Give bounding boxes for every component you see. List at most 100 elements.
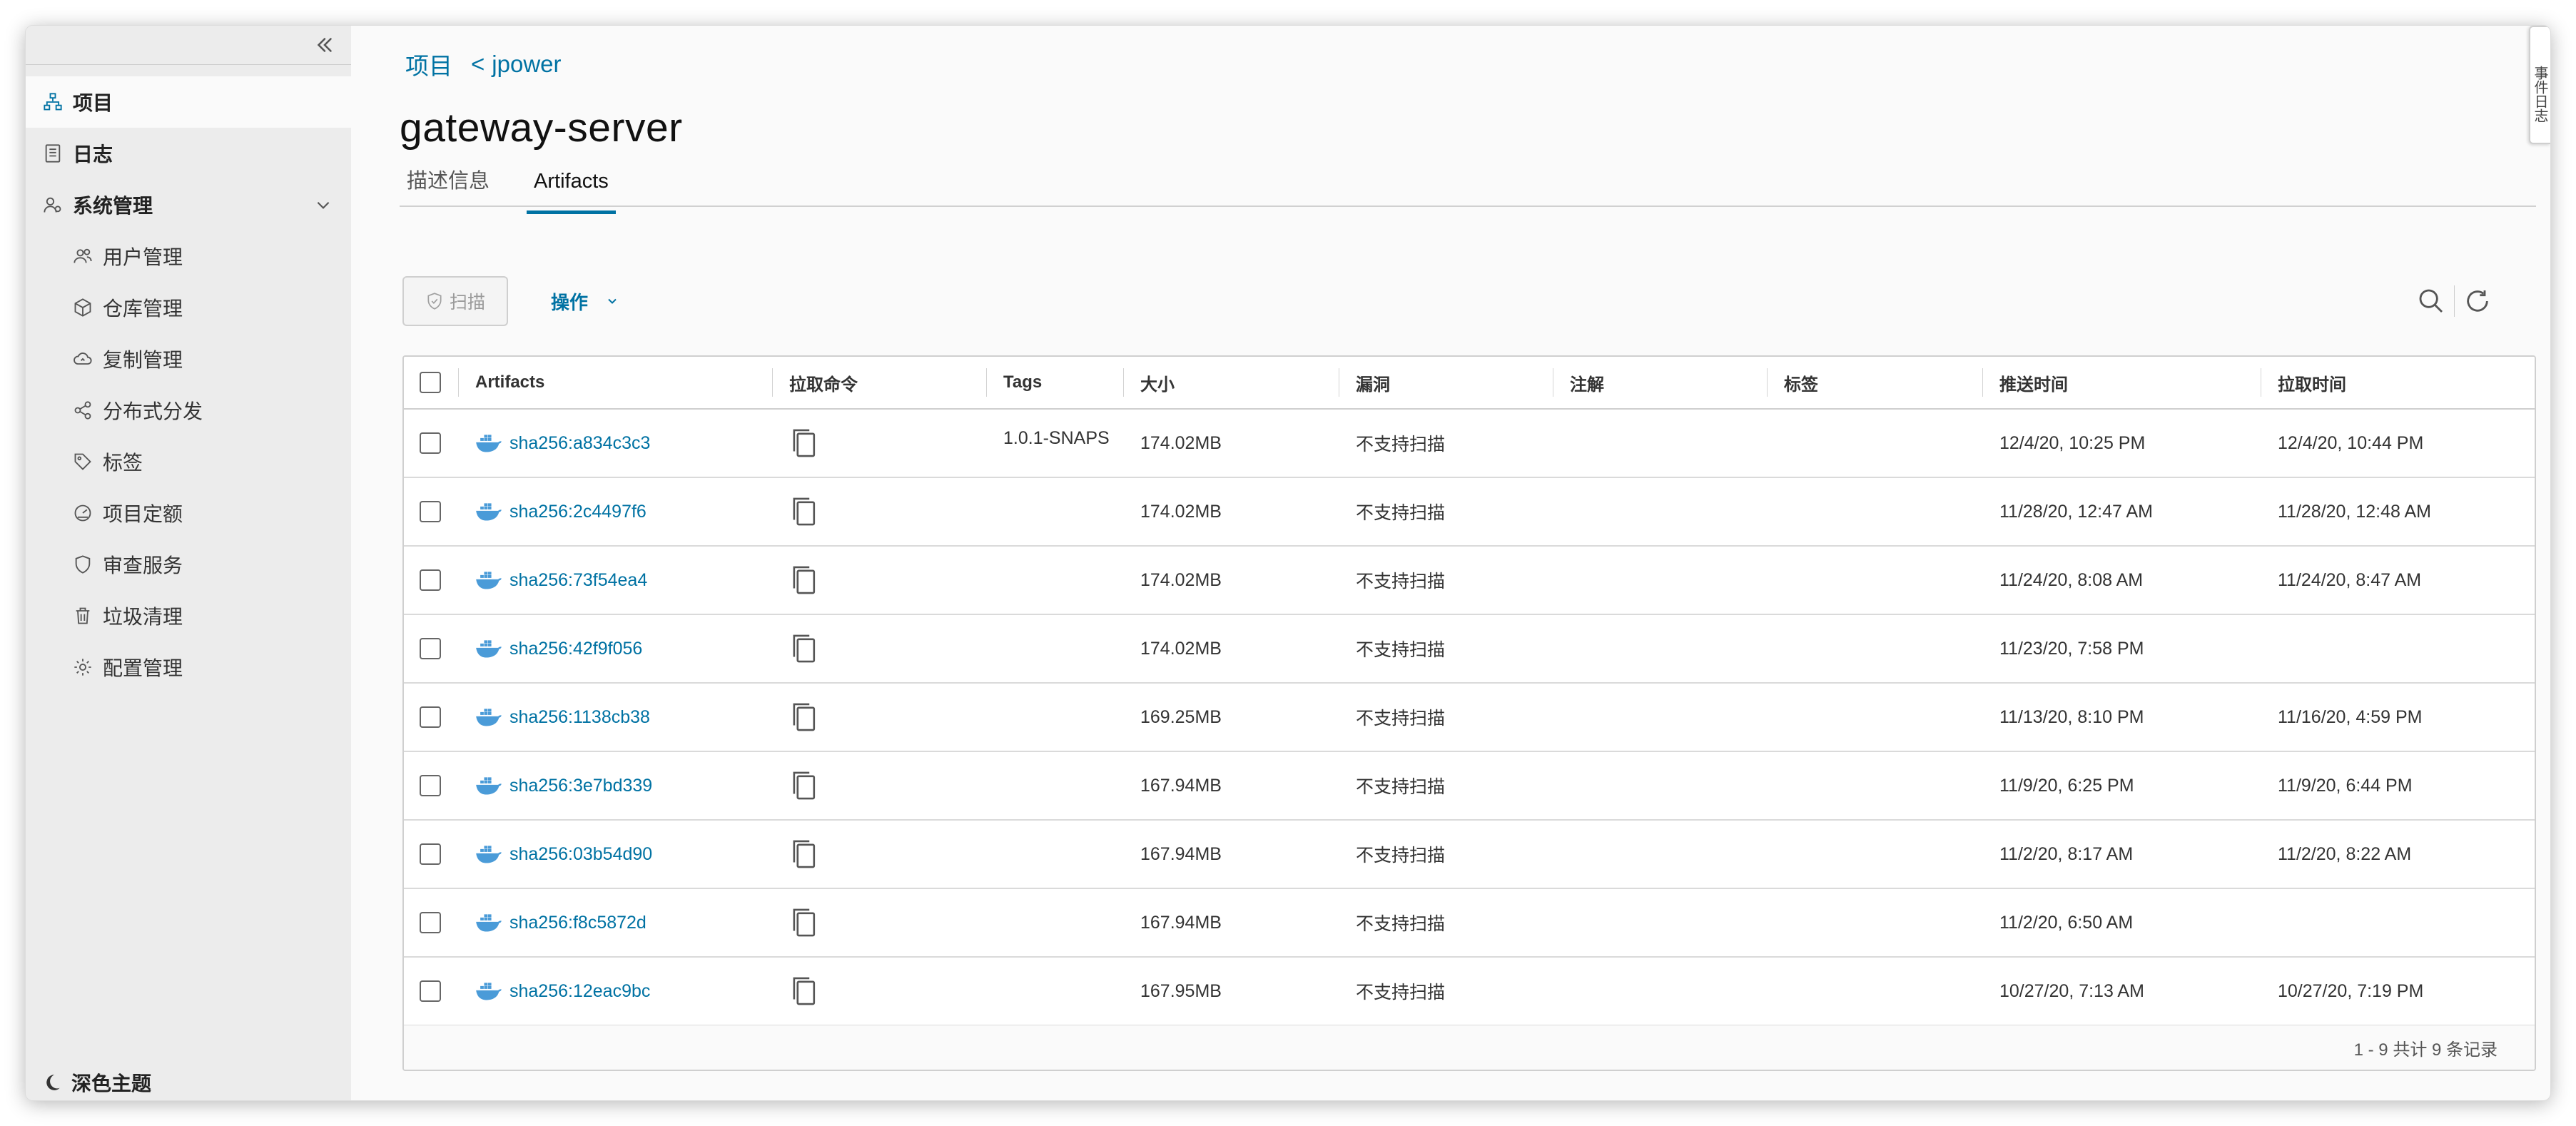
table-tools [2417, 285, 2492, 317]
table-row[interactable]: sha256:03b54d90 167.94MB 不支持扫描 11/2/20, … [404, 821, 2535, 889]
event-log-handle[interactable]: 事件日志 [2529, 26, 2550, 144]
vulnerabilities-cell: 不支持扫描 [1356, 846, 1446, 866]
vulnerabilities-cell: 不支持扫描 [1356, 640, 1446, 660]
size-cell: 174.02MB [1140, 501, 1222, 522]
row-checkbox[interactable] [420, 501, 441, 522]
vulnerabilities-cell: 不支持扫描 [1356, 709, 1446, 729]
column-header-pull[interactable]: 拉取命令 [772, 357, 858, 408]
artifact-digest-link[interactable]: sha256:f8c5872d [475, 912, 646, 933]
row-checkbox[interactable] [420, 432, 441, 454]
column-header-labels[interactable]: 标签 [1767, 357, 1818, 408]
column-header-vulns[interactable]: 漏洞 [1339, 357, 1390, 408]
row-checkbox[interactable] [420, 980, 441, 1002]
copy-icon[interactable] [789, 769, 818, 802]
artifact-cell: sha256:3e7bd339 [458, 752, 772, 819]
sidebar-item-label: 项目定额 [103, 503, 183, 525]
sidebar-item-configuration[interactable]: 配置管理 [26, 641, 351, 693]
refresh-icon[interactable] [2463, 287, 2492, 315]
row-checkbox[interactable] [420, 638, 441, 659]
row-checkbox[interactable] [420, 775, 441, 796]
project-icon [44, 93, 62, 111]
pull-command-cell [772, 752, 986, 819]
row-select-cell [404, 752, 458, 819]
trash-icon [76, 607, 90, 624]
actions-dropdown[interactable]: 操作 [551, 288, 619, 315]
table-row[interactable]: sha256:f8c5872d 167.94MB 不支持扫描 11/2/20, … [404, 889, 2535, 958]
column-header-annotations[interactable]: 注解 [1553, 357, 1604, 408]
artifact-cell: sha256:1138cb38 [458, 684, 772, 751]
push-time-cell: 11/2/20, 6:50 AM [1999, 912, 2134, 933]
copy-icon[interactable] [789, 564, 818, 597]
copy-icon[interactable] [789, 838, 818, 871]
table-row[interactable]: sha256:a834c3c3 1.0.1-SNAPS 174.02MB 不支持… [404, 410, 2535, 478]
sidebar-item-logs[interactable]: 日志 [26, 128, 351, 179]
column-header-tags[interactable]: Tags [986, 357, 1042, 408]
copy-icon[interactable] [789, 427, 818, 460]
table-row[interactable]: sha256:42f9f056 174.02MB 不支持扫描 11/23/20,… [404, 615, 2535, 684]
push-time-cell: 11/2/20, 8:17 AM [1999, 843, 2134, 864]
sidebar-item-admin[interactable]: 系统管理 [26, 179, 351, 230]
docker-icon [476, 983, 502, 1000]
copy-icon[interactable] [789, 906, 818, 939]
labels-cell [1767, 615, 1982, 682]
sidebar-item-replications[interactable]: 复制管理 [26, 333, 351, 385]
sidebar-item-label: 标签 [103, 452, 143, 474]
sidebar-item-users[interactable]: 用户管理 [26, 230, 351, 282]
labels-cell [1767, 547, 1982, 614]
push-time-cell: 11/9/20, 6:25 PM [1999, 775, 2134, 796]
copy-icon[interactable] [789, 975, 818, 1008]
search-icon[interactable] [2417, 287, 2445, 315]
sidebar-item-projects[interactable]: 项目 [26, 76, 351, 128]
artifact-digest-link[interactable]: sha256:3e7bd339 [475, 775, 652, 796]
sidebar-item-labels[interactable]: 标签 [26, 436, 351, 487]
sidebar-item-registries[interactable]: 仓库管理 [26, 282, 351, 333]
log-icon [45, 144, 61, 163]
artifact-cell: sha256:73f54ea4 [458, 547, 772, 614]
copy-icon[interactable] [789, 701, 818, 734]
row-checkbox[interactable] [420, 912, 441, 933]
column-header-pull-time[interactable]: 拉取时间 [2261, 357, 2346, 408]
pull-command-cell [772, 958, 986, 1025]
scan-button[interactable]: 扫描 [402, 276, 508, 326]
artifact-digest-link[interactable]: sha256:a834c3c3 [475, 432, 650, 454]
column-header-push-time[interactable]: 推送时间 [1982, 357, 2068, 408]
tab-info[interactable]: 描述信息 [400, 166, 497, 206]
sidebar-item-quotas[interactable]: 项目定额 [26, 487, 351, 539]
artifact-digest-link[interactable]: sha256:1138cb38 [475, 706, 650, 728]
sidebar: 项目 日志 系统管理 用户管理 仓库管理 复制管理 分布式分发 标签 项目定额 … [26, 26, 351, 1100]
toolbar-divider [2454, 285, 2455, 317]
artifact-digest-link[interactable]: sha256:12eac9bc [475, 980, 650, 1002]
chevron-down-icon[interactable] [314, 196, 333, 214]
sidebar-item-label: 垃圾清理 [103, 606, 183, 628]
artifact-digest-link[interactable]: sha256:73f54ea4 [475, 569, 647, 591]
row-checkbox[interactable] [420, 706, 441, 728]
artifact-digest-link[interactable]: sha256:03b54d90 [475, 843, 652, 865]
row-checkbox[interactable] [420, 843, 441, 865]
tab-artifacts[interactable]: Artifacts [527, 166, 616, 214]
dark-theme-toggle[interactable]: 深色主题 [43, 1065, 151, 1100]
copy-icon[interactable] [789, 632, 818, 665]
sidebar-item-label: 分布式分发 [103, 400, 203, 422]
sidebar-item-interrogation[interactable]: 审查服务 [26, 539, 351, 590]
table-row[interactable]: sha256:1138cb38 169.25MB 不支持扫描 11/13/20,… [404, 684, 2535, 752]
select-all-checkbox[interactable] [420, 372, 441, 393]
breadcrumb-project-link[interactable]: jpower [492, 51, 561, 78]
table-row[interactable]: sha256:12eac9bc 167.95MB 不支持扫描 10/27/20,… [404, 958, 2535, 1026]
column-header-artifacts[interactable]: Artifacts [458, 357, 544, 408]
double-chevron-left-icon[interactable] [313, 33, 337, 57]
sidebar-item-label: 配置管理 [103, 657, 183, 679]
sidebar-item-distributions[interactable]: 分布式分发 [26, 385, 351, 436]
table-row[interactable]: sha256:73f54ea4 174.02MB 不支持扫描 11/24/20,… [404, 547, 2535, 615]
table-row[interactable]: sha256:2c4497f6 174.02MB 不支持扫描 11/28/20,… [404, 478, 2535, 547]
copy-icon[interactable] [789, 495, 818, 528]
app-window: 项目 日志 系统管理 用户管理 仓库管理 复制管理 分布式分发 标签 项目定额 … [26, 26, 2550, 1100]
breadcrumb-projects-link[interactable]: 项目 [405, 47, 452, 81]
row-checkbox[interactable] [420, 569, 441, 591]
artifact-digest-link[interactable]: sha256:42f9f056 [475, 638, 642, 659]
tags-cell [986, 752, 1123, 819]
artifact-digest: sha256:12eac9bc [509, 980, 651, 1001]
column-header-size[interactable]: 大小 [1123, 357, 1175, 408]
sidebar-item-gc[interactable]: 垃圾清理 [26, 590, 351, 641]
artifact-digest-link[interactable]: sha256:2c4497f6 [475, 501, 646, 522]
table-row[interactable]: sha256:3e7bd339 167.94MB 不支持扫描 11/9/20, … [404, 752, 2535, 821]
